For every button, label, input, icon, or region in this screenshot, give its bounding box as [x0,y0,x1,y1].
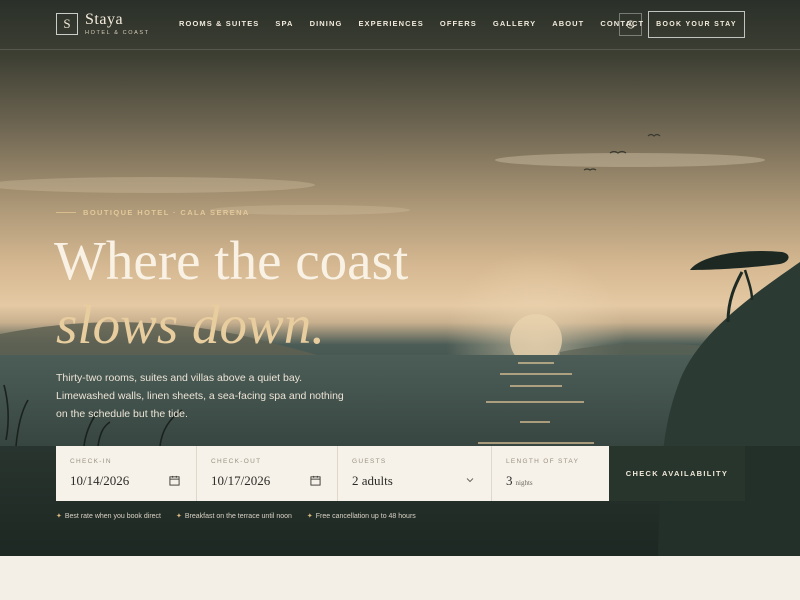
nav-link-gallery[interactable]: GALLERY [493,19,536,28]
book-your-stay-button[interactable]: BOOK YOUR STAY [648,11,745,38]
check-availability-button[interactable]: CHECK AVAILABILITY [609,446,745,501]
perk-text: Breakfast on the terrace until noon [184,513,292,520]
perk-item: ✦ Breakfast on the terrace until noon [176,512,292,520]
nav-link-spa[interactable]: SPA [275,19,293,28]
perk-item: ✦ Free cancellation up to 48 hours [307,512,416,520]
length-value: 3 nights [506,473,533,489]
nav-link-rooms-suites[interactable]: ROOMS & SUITES [179,19,259,28]
length-of-stay-field: LENGTH OF STAY 3 nights [492,446,609,501]
hero-eyebrow: BOUTIQUE HOTEL · CALA SERENA [56,208,250,217]
nav-link-experiences[interactable]: EXPERIENCES [358,19,423,28]
sparkle-icon: ✦ [306,513,313,520]
hero-section: S Staya HOTEL & COAST ROOMS & SUITES SPA… [0,0,800,556]
eyebrow-rule [56,212,76,213]
checkin-label: CHECK-IN [70,458,112,465]
guests-value[interactable]: 2 adults [352,473,393,489]
logo-tagline: HOTEL & COAST [85,30,150,36]
checkout-value[interactable]: 10/17/2026 [211,473,270,489]
nav-link-about[interactable]: ABOUT [552,19,584,28]
sparkle-icon: ✦ [176,513,182,520]
length-label: LENGTH OF STAY [506,458,580,465]
logo-name[interactable]: Staya [85,11,123,29]
calendar-icon[interactable] [169,475,180,486]
chevron-down-icon[interactable] [465,475,475,485]
top-nav: S Staya HOTEL & COAST ROOMS & SUITES SPA… [0,0,800,50]
sparkle-icon: ✦ [56,513,62,520]
checkin-value[interactable]: 10/14/2026 [70,473,129,489]
calendar-icon[interactable] [310,475,321,486]
nights-count: 3 [506,473,513,488]
booking-bar: CHECK-IN 10/14/2026 CHECK-OUT 10/17/2026… [56,446,745,501]
hero-title-line1: Where the coast [54,230,409,291]
perk-item: ✦ Best rate when you book direct [56,512,161,520]
nav-links: ROOMS & SUITES SPA DINING EXPERIENCES OF… [179,19,660,28]
perk-text: Free cancellation up to 48 hours [315,513,416,520]
eyebrow-text: BOUTIQUE HOTEL · CALA SERENA [83,208,250,217]
checkout-label: CHECK-OUT [211,458,262,465]
checkin-field[interactable]: CHECK-IN 10/14/2026 [56,446,197,501]
guests-label: GUESTS [352,458,387,465]
perks-list: ✦ Best rate when you book direct ✦ Breakfa… [56,512,431,520]
guests-select[interactable]: GUESTS 2 adults [338,446,492,501]
perk-text: Best rate when you book direct [64,513,161,520]
nav-link-offers[interactable]: OFFERS [440,19,477,28]
hero-description: Thirty-two rooms, suites and villas abov… [56,372,344,420]
nav-link-dining[interactable]: DINING [310,19,343,28]
checkout-field[interactable]: CHECK-OUT 10/17/2026 [197,446,338,501]
below-fold-section [0,556,800,600]
logo-mark[interactable]: S [56,13,78,35]
nights-unit: nights [515,479,533,487]
theme-toggle-button[interactable] [619,13,642,36]
moon-icon [626,20,635,29]
hero-title-line2: slows down. [56,294,325,355]
